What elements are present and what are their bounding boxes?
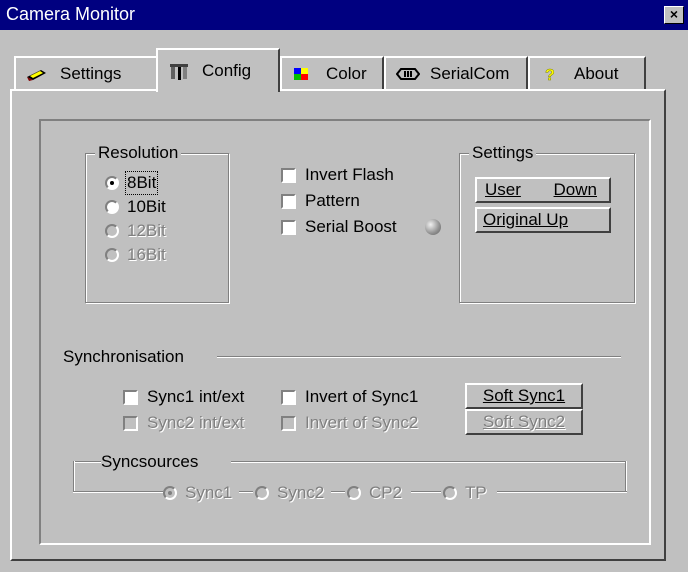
radio-8bit-label: 8Bit	[124, 171, 159, 195]
soft-sync2-button[interactable]: Soft Sync2	[465, 409, 583, 435]
config-panel: Resolution 8Bit 10Bit 12Bit 16Bit Invert…	[10, 89, 666, 561]
syncsources-title: Syncsources	[101, 452, 199, 471]
sync1-int-ext-label: Sync1 int/ext	[147, 387, 245, 406]
original-up-label: Original Up	[483, 210, 569, 229]
tab-color-label: Color	[326, 64, 367, 83]
invert-sync1-box	[281, 389, 296, 405]
radio-syncsrc-cp2-dot	[347, 486, 361, 500]
radio-12bit-label: 12Bit	[127, 221, 166, 240]
close-button[interactable]: ×	[664, 6, 684, 24]
invert-sync2-box	[281, 415, 296, 431]
radio-16bit[interactable]: 16Bit	[105, 245, 166, 265]
radio-syncsrc-cp2-label: CP2	[369, 483, 403, 502]
pattern-box	[281, 193, 296, 209]
radio-12bit[interactable]: 12Bit	[105, 221, 166, 241]
radio-syncsrc-tp-label: TP	[465, 483, 487, 502]
sync2-int-ext-box	[123, 415, 138, 431]
soft-sync2-label: Soft Sync2	[482, 412, 566, 431]
soft-sync1-button[interactable]: Soft Sync1	[465, 383, 583, 409]
radio-syncsrc-sync1[interactable]: Sync1	[163, 483, 232, 503]
synchronisation-divider	[217, 356, 621, 358]
syncsources-frame-left	[73, 461, 75, 491]
tab-serialcom[interactable]: SerialCom	[384, 56, 528, 90]
radio-syncsrc-cp2[interactable]: CP2	[347, 483, 402, 503]
tools-icon	[168, 62, 188, 80]
radio-syncsrc-sync1-dot	[163, 486, 177, 500]
invert-sync2-checkbox[interactable]: Invert of Sync2	[281, 413, 418, 433]
tab-about[interactable]: ? About	[528, 56, 646, 90]
svg-text:?: ?	[545, 67, 555, 83]
syncsources-frame-top-right	[231, 461, 627, 463]
radio-syncsrc-sync2[interactable]: Sync2	[255, 483, 324, 503]
config-inset-area: Resolution 8Bit 10Bit 12Bit 16Bit Invert…	[39, 119, 651, 545]
radio-8bit[interactable]: 8Bit	[105, 171, 159, 195]
sync1-int-ext-checkbox[interactable]: Sync1 int/ext	[123, 387, 244, 407]
radio-16bit-label: 16Bit	[127, 245, 166, 264]
settings-group-title: Settings	[469, 143, 537, 163]
tab-color[interactable]: Color	[280, 56, 384, 90]
tab-config[interactable]: Config	[156, 48, 280, 92]
tab-settings-label: Settings	[60, 64, 122, 83]
original-up-button[interactable]: Original Up	[475, 207, 611, 233]
radio-syncsrc-sync2-label: Sync2	[277, 483, 325, 502]
radio-syncsrc-tp-dot	[443, 486, 457, 500]
radio-syncsrc-sync1-label: Sync1	[185, 483, 233, 502]
user-down-button[interactable]: User Down	[475, 177, 611, 203]
pattern-label: Pattern	[305, 191, 360, 210]
invert-sync2-label: Invert of Sync2	[305, 413, 419, 432]
radio-syncsrc-sync2-dot	[255, 486, 269, 500]
user-down-left-label: User	[485, 180, 521, 199]
syncsources-link-3	[411, 491, 441, 493]
tab-serialcom-label: SerialCom	[430, 64, 510, 83]
serial-boost-box	[281, 219, 296, 235]
color-icon	[292, 65, 312, 83]
pattern-checkbox[interactable]: Pattern	[281, 191, 360, 211]
title-bar: Camera Monitor ×	[0, 0, 688, 30]
sync1-int-ext-box	[123, 389, 138, 405]
serial-boost-label: Serial Boost	[305, 217, 397, 236]
syncsources-frame-bottom	[73, 491, 163, 493]
synchronisation-title: Synchronisation	[63, 347, 184, 366]
syncsources-link-4	[497, 491, 627, 493]
question-icon: ?	[540, 65, 560, 85]
radio-10bit-label: 10Bit	[127, 197, 166, 216]
serial-boost-checkbox[interactable]: Serial Boost	[281, 217, 397, 237]
serial-boost-led-icon	[425, 219, 441, 235]
syncsources-frame-right	[625, 461, 627, 491]
invert-flash-label: Invert Flash	[305, 165, 394, 184]
connector-icon	[395, 65, 421, 83]
tab-config-label: Config	[202, 61, 252, 80]
user-down-right-label: Down	[553, 180, 597, 199]
radio-16bit-dot	[105, 248, 119, 262]
invert-flash-checkbox[interactable]: Invert Flash	[281, 165, 394, 185]
radio-10bit[interactable]: 10Bit	[105, 197, 166, 217]
invert-sync1-label: Invert of Sync1	[305, 387, 419, 406]
radio-12bit-dot	[105, 224, 119, 238]
invert-sync1-checkbox[interactable]: Invert of Sync1	[281, 387, 418, 407]
tab-about-label: About	[574, 64, 619, 83]
invert-flash-box	[281, 167, 296, 183]
tab-settings[interactable]: Settings	[14, 56, 158, 90]
window-title: Camera Monitor	[6, 4, 136, 24]
sync2-int-ext-checkbox[interactable]: Sync2 int/ext	[123, 413, 244, 433]
syncsources-link-1	[239, 491, 253, 493]
soft-sync1-label: Soft Sync1	[482, 386, 566, 405]
resolution-group-title: Resolution	[95, 143, 182, 163]
syncsources-frame-top-left	[73, 461, 101, 463]
radio-syncsrc-tp[interactable]: TP	[443, 483, 487, 503]
pen-icon	[26, 65, 46, 83]
radio-8bit-dot	[105, 176, 119, 190]
radio-10bit-dot	[105, 200, 119, 214]
sync2-int-ext-label: Sync2 int/ext	[147, 413, 245, 432]
syncsources-link-2	[331, 491, 345, 493]
